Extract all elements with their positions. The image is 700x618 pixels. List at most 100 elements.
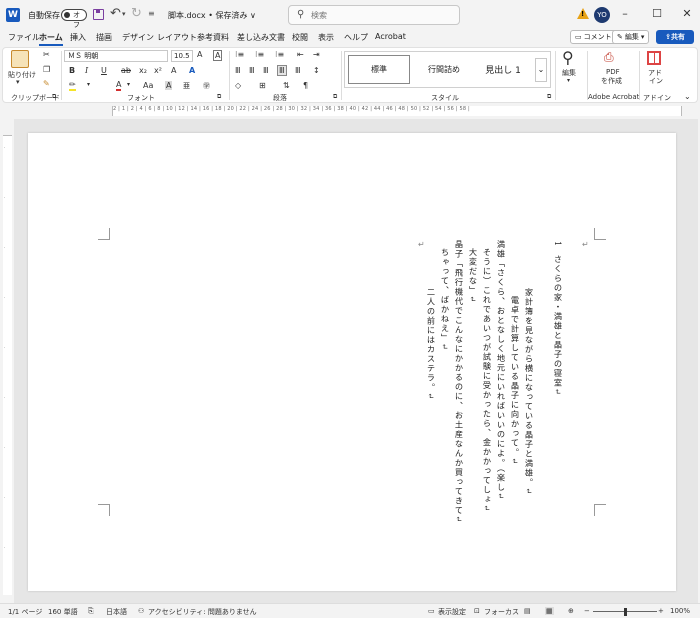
change-case-icon[interactable]: Aa [143,81,153,90]
paste-icon[interactable] [11,50,29,68]
font-color-icon[interactable]: A [116,81,122,91]
subscript-icon[interactable]: x₂ [139,66,147,75]
word-count[interactable]: 160 単語 [48,607,78,617]
show-marks-icon[interactable]: ¶ [303,81,308,90]
horizontal-ruler[interactable]: 2 | 1 | 2 | 4 | 6 | 8 | 10 | 12 | 14 | 1… [0,105,700,117]
script-line[interactable]: 二人の前にはカステラ。↵ [426,288,436,401]
tab-insert[interactable]: 挿入 [70,32,86,43]
styles-more-icon[interactable]: ⌄ [535,58,547,82]
web-layout-icon[interactable]: ⊕ [568,607,574,615]
search-box[interactable]: ⚲ [288,5,460,25]
tab-references[interactable]: 参考資料 [197,32,229,43]
zoom-level[interactable]: 100% [670,607,690,615]
phonetic-guide-icon[interactable]: 亜 [183,81,190,91]
script-line[interactable]: 大変だな」↵ [468,248,478,304]
text-effects-icon[interactable]: A [189,66,195,75]
editing-search-icon[interactable]: ⚲ [562,48,574,67]
numbering-icon[interactable]: ⁝≡ [255,50,264,59]
align-bottom-icon[interactable]: Ⅲ [263,66,269,75]
clipboard-launcher-icon[interactable]: ⧉ [52,93,56,101]
format-painter-icon[interactable]: ✎ [43,79,50,88]
read-mode-icon[interactable]: ▤ [524,607,531,615]
close-icon[interactable]: ✕ [680,7,694,21]
font-size-select[interactable]: 10.5 [171,50,193,62]
align-top-icon[interactable]: Ⅲ [235,66,241,75]
script-line[interactable]: 電卓で計算している晶子に向かって。↵ [510,296,520,466]
comment-button[interactable]: ▭ コメント [570,30,617,44]
cut-icon[interactable]: ✂ [43,50,50,59]
italic-icon[interactable]: I [85,66,88,75]
redo-icon[interactable]: ↻ [131,6,142,21]
tab-layout[interactable]: レイアウト [157,32,197,43]
borders-icon[interactable]: ⊞ [259,81,266,90]
justify-icon[interactable]: Ⅲ [277,65,287,76]
save-icon[interactable] [93,9,104,20]
zoom-slider-thumb[interactable] [624,608,627,616]
script-line[interactable]: 晶子「飛行機代でこんなにかかるのに、お土産なんか買ってきて↵ [454,240,464,524]
shading-icon[interactable]: ◇ [235,81,241,90]
avatar[interactable]: YO [594,7,610,23]
styles-launcher-icon[interactable]: ⧉ [547,93,551,101]
style-normal[interactable]: 標準 [348,55,410,84]
sort-icon[interactable]: ⇅ [283,81,290,90]
highlight-color-icon[interactable]: ✏ [69,81,76,91]
clear-format-icon[interactable]: A [171,66,176,75]
share-button[interactable]: ⇪ 共有 [656,30,694,44]
tab-mailings[interactable]: 差し込み文書 [237,32,285,43]
paragraph-launcher-icon[interactable]: ⧉ [333,93,337,101]
minimize-icon[interactable]: – [618,7,632,21]
decrease-indent-icon[interactable]: ⇤ [297,50,304,59]
create-pdf-label-1[interactable]: PDF [606,68,620,76]
focus-button[interactable]: フォーカス [484,607,519,617]
tab-review[interactable]: 校閲 [292,32,308,43]
zoom-in-icon[interactable]: + [658,607,664,615]
superscript-icon[interactable]: x² [154,66,162,75]
multilevel-list-icon[interactable]: ⁝≡ [275,50,284,59]
autosave-toggle[interactable]: オフ [61,9,87,29]
paste-dropdown-icon[interactable]: ▾ [16,78,20,86]
create-pdf-icon[interactable]: ⎙ [604,50,614,65]
print-layout-icon[interactable]: ▦ [545,607,554,615]
script-line[interactable]: 満雄「さくら、おとなしく地元にいればいいのによ。（楽し↵ [496,240,506,501]
accessibility-status[interactable]: アクセシビリティ: 問題ありません [148,607,257,617]
document-page[interactable]: ↵ 1 さくらの家・満雄と晶子の寝室↵ 家計簿を見ながら横になっている晶子と満雄… [28,133,676,591]
page-count[interactable]: 1/1 ページ [8,607,42,617]
tab-view[interactable]: 表示 [318,32,334,43]
undo-icon[interactable]: ↶ [110,6,121,21]
chevron-down-icon[interactable]: ▾ [87,81,90,88]
undo-dropdown-icon[interactable]: ▾ [122,10,126,18]
enclose-characters-icon[interactable]: ㊫ [203,81,210,91]
font-name-select[interactable]: ＭＳ 明朝 [64,50,168,62]
proofing-icon[interactable]: ⎘ [88,607,94,616]
character-shading-icon[interactable]: A [165,81,173,90]
copy-icon[interactable]: ❐ [43,65,50,74]
chevron-down-icon[interactable]: ▾ [127,81,130,88]
bullets-icon[interactable]: ⁝≡ [235,50,244,59]
paste-label[interactable]: 貼り付け [8,70,36,80]
tab-acrobat[interactable]: Acrobat [375,32,406,41]
script-line[interactable]: そうに）これであいつが試験に受かったら、金かかってしょ↵ [482,248,492,513]
tab-file[interactable]: ファイル [8,32,40,43]
tab-design[interactable]: デザイン [122,32,154,43]
script-line[interactable]: 家計簿を見ながら横になっている晶子と満雄。↵ [524,288,534,496]
underline-icon[interactable]: U [101,66,107,75]
warning-icon[interactable]: ! [577,8,589,19]
character-border-icon[interactable]: A [213,50,223,61]
vertical-ruler[interactable]: · · · · · · · · · [3,135,12,595]
maximize-icon[interactable]: ☐ [650,7,664,21]
display-settings-button[interactable]: 表示設定 [438,607,466,617]
style-heading-1[interactable]: 見出し 1 [475,55,531,84]
collapse-ribbon-icon[interactable]: ⌄ [684,92,691,101]
font-launcher-icon[interactable]: ⧉ [217,93,221,101]
style-no-spacing[interactable]: 行間詰め [413,55,475,84]
editing-mode-button[interactable]: ✎ 編集 ▾ [612,30,650,44]
search-input[interactable] [311,9,451,22]
document-title[interactable]: 脚本.docx • 保存済み ∨ [168,10,256,21]
grow-font-icon[interactable]: A [197,50,202,59]
zoom-out-icon[interactable]: − [584,607,590,615]
script-line[interactable]: ちゃって、ばかねえ」↵ [440,248,450,351]
increase-indent-icon[interactable]: ⇥ [313,50,320,59]
distributed-icon[interactable]: Ⅲ [295,66,301,75]
tab-home[interactable]: ホーム [39,32,63,46]
tab-draw[interactable]: 描画 [96,32,112,43]
